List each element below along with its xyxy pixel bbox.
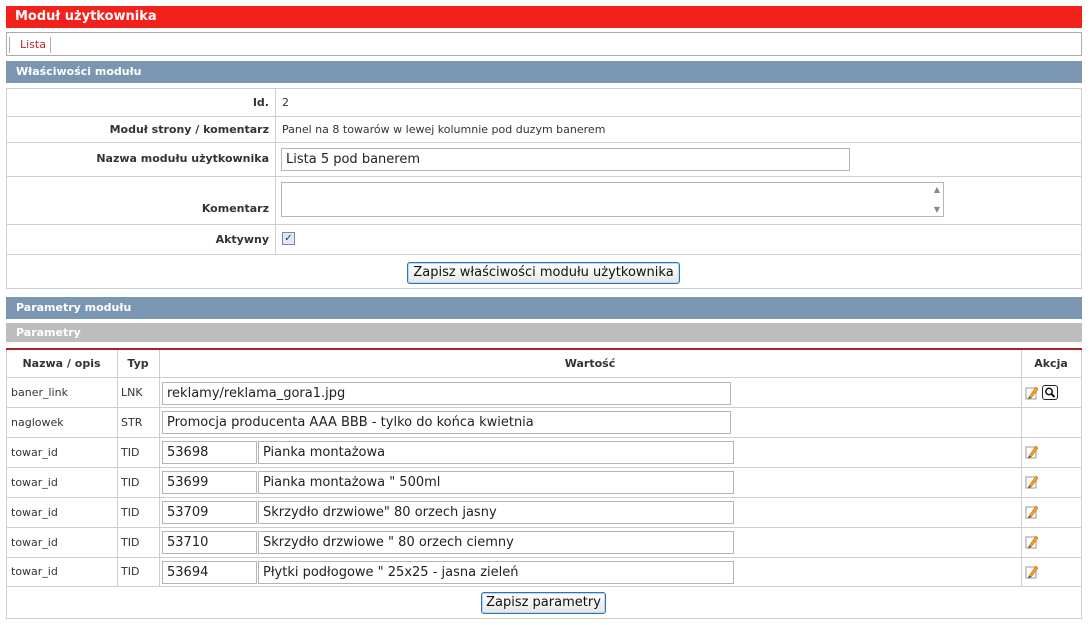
- module-value: Panel na 8 towarów w lewej kolumnie pod …: [282, 123, 606, 136]
- product-name-input[interactable]: Skrzydło drzwiowe" 80 orzech jasny: [258, 501, 734, 524]
- column-divider: [117, 350, 118, 586]
- product-id-input[interactable]: 53699: [162, 471, 257, 494]
- tab-bar: Lista: [6, 32, 1082, 56]
- pencil-icon[interactable]: [1025, 534, 1039, 549]
- save-properties-button[interactable]: Zapisz właściwości modułu użytkownika: [407, 262, 680, 284]
- row-divider: [6, 377, 1082, 378]
- param-name: towar_id: [11, 476, 58, 489]
- row-divider: [6, 254, 1082, 255]
- row-divider: [6, 142, 1082, 143]
- pencil-icon[interactable]: [1025, 504, 1039, 519]
- row-divider: [6, 288, 1082, 289]
- active-checkbox[interactable]: ✓: [282, 232, 295, 245]
- pencil-icon[interactable]: [1025, 474, 1039, 489]
- row-divider: [6, 618, 1082, 619]
- param-type: TID: [121, 446, 140, 459]
- comment-textarea[interactable]: ▲ ▼: [281, 182, 944, 217]
- header-type: Typ: [127, 357, 149, 370]
- header-value: Wartość: [564, 357, 616, 370]
- param-name: towar_id: [11, 565, 58, 578]
- row-divider: [6, 88, 1082, 89]
- param-name: towar_id: [11, 506, 58, 519]
- product-id-input[interactable]: 53698: [162, 441, 257, 464]
- column-divider: [1021, 350, 1022, 586]
- module-label: Moduł strony / komentarz: [109, 123, 269, 136]
- param-value-input[interactable]: reklamy/reklama_gora1.jpg: [162, 382, 731, 405]
- row-divider: [6, 467, 1082, 468]
- table-border-right: [1081, 88, 1082, 288]
- param-type: TID: [121, 476, 140, 489]
- page-title: Moduł użytkownika: [6, 6, 1082, 28]
- param-type: LNK: [121, 386, 143, 399]
- table-border-right: [1081, 350, 1082, 618]
- row-divider: [6, 527, 1082, 528]
- product-name-input[interactable]: Płytki podłogowe " 25x25 - jasna zieleń: [258, 561, 734, 584]
- param-type: STR: [121, 416, 143, 429]
- row-divider: [6, 116, 1082, 117]
- column-divider: [275, 88, 276, 255]
- product-name-input[interactable]: Skrzydło drzwiowe " 80 orzech ciemny: [258, 531, 734, 554]
- tab-lista[interactable]: Lista: [9, 37, 51, 53]
- row-divider: [6, 224, 1082, 225]
- magnifier-icon[interactable]: [1042, 385, 1058, 400]
- comment-label: Komentarz: [201, 202, 269, 215]
- param-name: towar_id: [11, 446, 58, 459]
- row-divider: [6, 557, 1082, 558]
- product-id-input[interactable]: 53709: [162, 501, 257, 524]
- params-subsection-title: Parametry: [6, 323, 1082, 342]
- module-name-input[interactable]: Lista 5 pod banerem: [281, 148, 850, 171]
- pencil-icon[interactable]: [1025, 444, 1039, 459]
- product-id-input[interactable]: 53694: [162, 561, 257, 584]
- param-type: TID: [121, 565, 140, 578]
- header-name: Nazwa / opis: [22, 357, 101, 370]
- active-label: Aktywny: [215, 233, 269, 246]
- param-name: baner_link: [11, 386, 68, 399]
- row-divider: [6, 437, 1082, 438]
- params-section-title: Parametry modułu: [6, 297, 1082, 319]
- table-header-rule: [6, 348, 1082, 350]
- id-value: 2: [282, 96, 289, 109]
- param-type: TID: [121, 506, 140, 519]
- product-id-input[interactable]: 53710: [162, 531, 257, 554]
- param-name: towar_id: [11, 536, 58, 549]
- column-divider: [159, 350, 160, 586]
- param-type: TID: [121, 536, 140, 549]
- param-name: naglowek: [11, 416, 64, 429]
- table-border-left: [6, 88, 7, 288]
- scroll-up-icon[interactable]: ▲: [934, 185, 940, 194]
- pencil-icon[interactable]: [1025, 564, 1039, 579]
- name-label: Nazwa modułu użytkownika: [96, 152, 269, 165]
- product-name-input[interactable]: Pianka montażowa " 500ml: [258, 471, 734, 494]
- param-value-input[interactable]: Promocja producenta AAA BBB - tylko do k…: [162, 411, 731, 434]
- product-name-input[interactable]: Pianka montażowa: [258, 441, 734, 464]
- row-divider: [6, 586, 1082, 587]
- scroll-down-icon[interactable]: ▼: [934, 205, 940, 214]
- id-label: Id.: [252, 96, 269, 109]
- row-divider: [6, 176, 1082, 177]
- properties-section-title: Właściwości modułu: [6, 61, 1082, 83]
- table-border-left: [6, 350, 7, 618]
- row-divider: [6, 407, 1082, 408]
- row-divider: [6, 497, 1082, 498]
- pencil-icon[interactable]: [1025, 385, 1039, 400]
- header-action: Akcja: [1034, 357, 1068, 370]
- save-params-button[interactable]: Zapisz parametry: [481, 592, 606, 614]
